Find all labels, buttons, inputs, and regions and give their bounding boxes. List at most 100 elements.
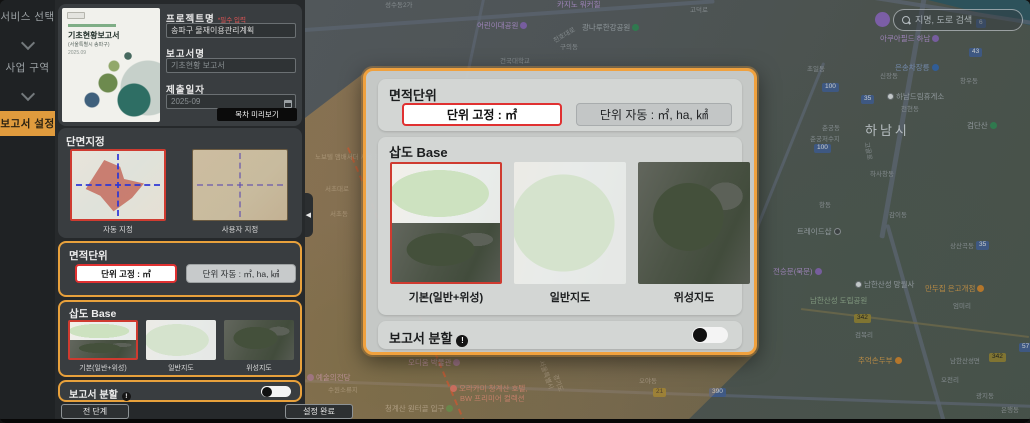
project-info-card: 기초현황보고서 (서울특별시 송파구) 2025.09 프로젝트명*필수 입력 … [58, 4, 302, 126]
popup-area-unit-section: 면적단위 단위 고정 : ㎡ 단위 자동 : ㎡, ha, ㎢ [378, 79, 742, 131]
map-label: 성수동2가 [385, 3, 413, 10]
basemap-normal-label: 일반지도 [142, 363, 220, 373]
map-label: 항동 [819, 203, 831, 210]
popup-report-split-text: 보고서 분할 [389, 331, 452, 346]
finish-settings-button[interactable]: 설정 완료 [285, 404, 353, 419]
map-label: 남한산성 망월사 [853, 281, 914, 289]
nav-item-area[interactable]: 사업 구역 [0, 60, 55, 75]
map-marker-icon [990, 122, 997, 129]
map-label: 창우동 [960, 79, 978, 86]
report-cover-thumbnail: 기초현황보고서 (서울특별시 송파구) 2025.09 [62, 8, 160, 122]
project-name-input[interactable] [166, 23, 296, 38]
map-label: 고덕로 [690, 8, 708, 15]
road-shield: 35 [976, 241, 989, 250]
map-label: 광나루한강공원 [582, 24, 641, 32]
popup-basemap-normal-option[interactable] [514, 162, 626, 284]
map-marker-icon [450, 385, 457, 392]
map-label: 신장동 [880, 74, 898, 81]
unit-auto-button[interactable]: 단위 자동 : ㎡, ha, ㎢ [186, 264, 296, 283]
popup-report-split-toggle[interactable] [692, 327, 728, 343]
info-icon[interactable]: ! [122, 392, 131, 401]
plane-user-label: 사용자 지정 [192, 224, 288, 235]
nav-item-service[interactable]: 서비스 선택 [0, 0, 55, 24]
basemap-normal-option[interactable] [146, 320, 216, 360]
map-label: 상산곡동 [950, 244, 974, 251]
popup-basemap-satellite-option[interactable] [638, 162, 750, 284]
cover-subtitle: (서울특별시 송파구) [68, 41, 110, 48]
map-label: 천현동 [901, 107, 919, 114]
map-label: 추억손두부 [858, 357, 904, 365]
nav-item-report-settings[interactable]: 보고서 설정 [0, 111, 55, 136]
road-shield: 100 [814, 144, 831, 153]
map-label: 하남시 [865, 124, 910, 137]
unit-fixed-button[interactable]: 단위 고정 : ㎡ [75, 264, 177, 283]
basemap-combo-label: 기본(일반+위성) [64, 363, 142, 373]
map-label: 오전리 [941, 378, 959, 385]
info-icon[interactable]: ! [456, 335, 468, 347]
map-marker-icon [895, 357, 902, 364]
map-label: 은행동 [1001, 408, 1019, 415]
map-marker-icon [307, 374, 314, 381]
popup-report-split-section: 보고서 분할! [378, 321, 742, 349]
map-label: 건국대학교 [500, 59, 530, 66]
map-label: 카지노 워커힐 [557, 1, 600, 9]
plane-user-option[interactable] [192, 149, 288, 221]
area-unit-card: 면적단위 단위 고정 : ㎡ 단위 자동 : ㎡, ha, ㎢ [58, 241, 302, 297]
sidebar-collapse-handle[interactable]: ◀ [305, 193, 313, 237]
map-label: 춘궁저수지 [810, 137, 840, 144]
report-name-input[interactable] [166, 58, 296, 73]
popup-unit-fixed-button[interactable]: 단위 고정 : ㎡ [402, 103, 562, 126]
popup-unit-auto-button[interactable]: 단위 자동 : ㎡, ha, ㎢ [576, 103, 732, 126]
map-marker-icon [632, 24, 639, 31]
section-line-vertical [117, 154, 119, 217]
settings-sidebar: 기초현황보고서 (서울특별시 송파구) 2025.09 프로젝트명*필수 입력 … [55, 0, 305, 423]
plane-auto-label: 자동 지정 [70, 224, 166, 235]
map-label: 오라카미 청계산 호텔, [448, 385, 527, 393]
road-shield: 35 [861, 95, 874, 104]
section-plane-title: 단면지정 [66, 134, 105, 149]
step-nav: 서비스 선택 사업 구역 보고서 설정 [0, 0, 55, 423]
toc-preview-button[interactable]: 목차 미리보기 [217, 108, 297, 121]
chevron-down-icon [20, 36, 34, 50]
basemap-satellite-option[interactable] [224, 320, 294, 360]
popup-basemap-combo-label: 기본(일반+위성) [390, 289, 502, 305]
report-split-toggle[interactable] [261, 386, 291, 397]
map-label: 아쿠아필드 하남 [880, 35, 941, 43]
map-label: 오디움 박물관 [408, 359, 462, 367]
map-search-box[interactable] [893, 9, 1023, 31]
toggle-knob [693, 328, 707, 342]
map-label: 남한산성면 [950, 359, 980, 366]
road-shield: 342 [989, 353, 1006, 362]
map-label: 트레이드샵 [797, 228, 843, 236]
section-line-vertical [239, 153, 241, 217]
map-label: 서초대로 [325, 187, 349, 194]
plane-auto-option[interactable] [70, 149, 166, 221]
map-label: 검단산 [967, 122, 999, 130]
map-marker-icon [932, 35, 939, 42]
map-marker-icon [815, 268, 822, 275]
report-split-card: 보고서 분할! [58, 380, 302, 402]
road-shield: 390 [709, 388, 726, 397]
map-marker-icon [887, 93, 894, 100]
previous-step-button[interactable]: 전 단계 [61, 404, 129, 419]
basemap-combo-option[interactable] [68, 320, 138, 360]
calendar-icon[interactable] [284, 100, 292, 108]
combo-top-map [70, 322, 136, 340]
map-label: 은송차장릉 [895, 64, 941, 72]
popup-basemap-combo-option[interactable] [390, 162, 502, 284]
poi-marker-icon [875, 12, 890, 27]
map-label: 하남드림휴게소 [885, 93, 944, 101]
map-label: 하사창동 [870, 172, 894, 179]
road-shield: 21 [653, 388, 666, 397]
submit-date-input[interactable] [166, 94, 296, 109]
map-marker-icon [834, 228, 841, 235]
combo-bottom-satellite [70, 340, 136, 358]
road-shield: 57 [1019, 343, 1030, 352]
road-line-342 [801, 308, 1030, 338]
search-input[interactable] [915, 15, 1014, 25]
map-marker-icon [977, 285, 984, 292]
section-plane-card: 단면지정 자동 지정 사용자 지정 [58, 128, 302, 238]
cover-tag [67, 12, 85, 19]
map-label: 춘궁동 [822, 126, 840, 133]
base-map-title: 삽도 Base [69, 306, 116, 321]
